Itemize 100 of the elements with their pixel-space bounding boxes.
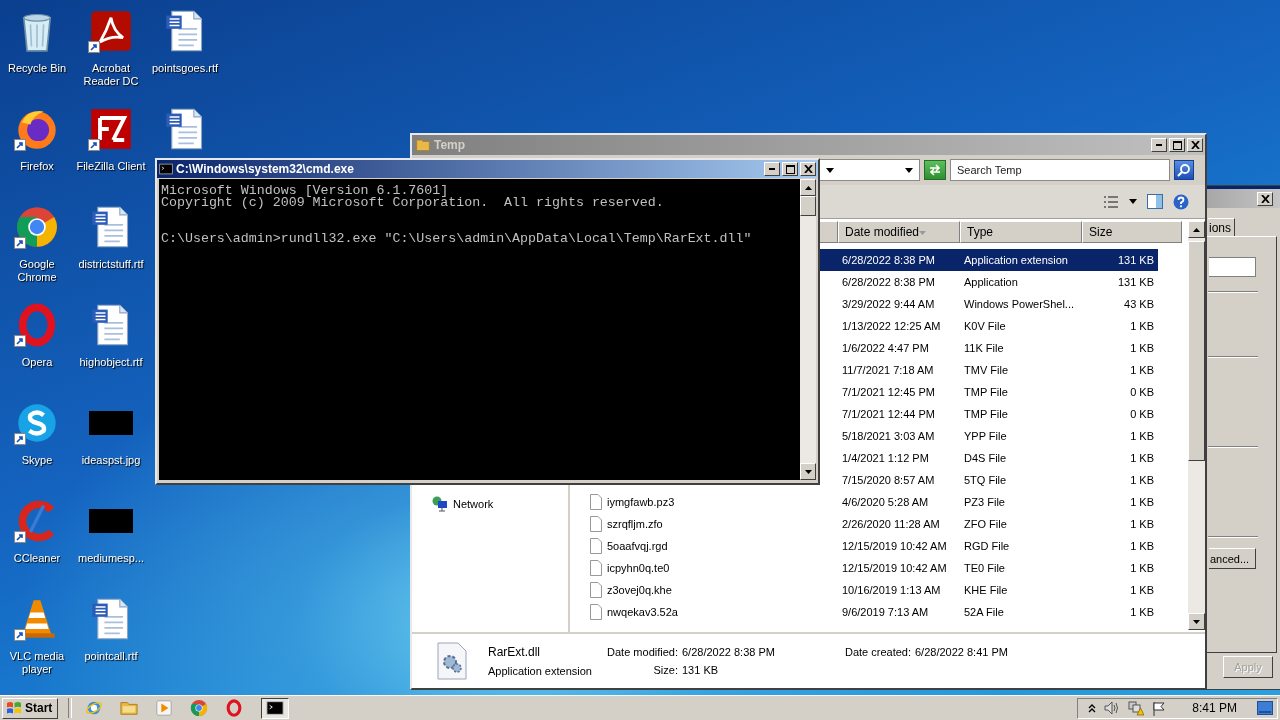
desktop-icon-label[interactable]: Recycle Bin [1, 62, 73, 75]
internet-explorer-icon [85, 699, 104, 717]
file-size: 1 KB [1129, 540, 1155, 552]
view-dropdown-button[interactable] [1127, 197, 1139, 206]
scroll-thumb[interactable] [1188, 241, 1205, 461]
search-button[interactable] [1174, 160, 1194, 180]
desktop-icon-label[interactable]: ideaspst.jpg [75, 454, 147, 467]
close-button[interactable] [1187, 138, 1203, 152]
column-header[interactable] [820, 221, 838, 243]
scroll-up-arrow-icon[interactable] [804, 185, 812, 190]
folder-icon [120, 699, 139, 717]
file-row[interactable]: iymgfawb.pz3 4/6/2020 5:28 AM PZ3 File 1 KB [570, 491, 1158, 513]
column-header[interactable]: Size [1082, 221, 1182, 243]
file-icon [590, 516, 602, 532]
desktop-icon-label[interactable]: Google Chrome [1, 258, 73, 284]
file-name: z3ovej0q.khe [607, 584, 672, 596]
desktop-icon-label[interactable]: Acrobat Reader DC [75, 62, 147, 88]
acrobat-icon[interactable] [89, 9, 133, 53]
search-field[interactable]: Search Temp [950, 159, 1170, 181]
file-size: 1 KB [1129, 320, 1155, 332]
file-type: Application extension [488, 665, 593, 677]
desktop-icon-label[interactable]: CCleaner [1, 552, 73, 565]
chrome-icon[interactable] [15, 205, 59, 249]
desktop-icon-label[interactable]: Skype [1, 454, 73, 467]
file-name: RarExt.dll [488, 645, 541, 659]
file-size: 1 KB [1129, 342, 1155, 354]
desktop-icon-label[interactable]: FileZilla Client [75, 160, 147, 173]
desktop-icon-label[interactable]: Firefox [1, 160, 73, 173]
file-row[interactable]: 7/1/2021 12:44 PM TMP File 0 KB [820, 403, 1158, 425]
file-row[interactable]: 6/28/2022 8:38 PM Application extension 131 KB [820, 249, 1158, 271]
opera-icon [225, 699, 244, 717]
file-size: 43 KB [1123, 298, 1155, 310]
close-button[interactable] [800, 162, 816, 176]
speaker-icon[interactable] [1104, 701, 1121, 715]
file-row[interactable]: szrqfljm.zfo 2/26/2020 11:28 AM ZFO File 1 KB [570, 513, 1158, 535]
clock[interactable]: 8:41 PM [1192, 701, 1237, 715]
desktop-icon-label[interactable]: highobject.rtf [75, 356, 147, 369]
column-header[interactable]: Date modified [838, 221, 960, 243]
scroll-thumb[interactable] [800, 196, 816, 216]
start-button[interactable]: Start [2, 697, 59, 719]
file-type: TMP File [963, 408, 1009, 420]
file-row[interactable]: 5oaafvqj.rgd 12/15/2019 10:42 AM RGD File 1 KB [570, 535, 1158, 557]
file-row[interactable]: 1/13/2022 12:25 AM K0V File 1 KB [820, 315, 1158, 337]
file-row[interactable]: 1/4/2021 1:12 PM D4S File 1 KB [820, 447, 1158, 469]
file-type: 11K File [963, 342, 1005, 354]
desktop-icon-label[interactable]: mediumesp... [75, 552, 147, 565]
file-row[interactable]: 5/18/2021 3:03 AM YPP File 1 KB [820, 425, 1158, 447]
nav-item[interactable]: Network [453, 498, 494, 510]
column-header[interactable]: Type [960, 221, 1082, 243]
network-icon[interactable] [432, 496, 448, 512]
date-modified: 1/4/2021 1:12 PM [841, 452, 930, 464]
file-row[interactable]: 7/1/2021 12:45 PM TMP File 0 KB [820, 381, 1158, 403]
date-modified: 1/6/2022 4:47 PM [841, 342, 930, 354]
text-field[interactable] [1209, 257, 1256, 277]
close-button[interactable] [1257, 191, 1273, 206]
file-row[interactable]: nwqekav3.52a 9/6/2019 7:13 AM 52A File 1 KB [570, 601, 1158, 623]
network-warning-icon[interactable] [1128, 700, 1145, 716]
scroll-down-arrow-icon[interactable] [804, 469, 812, 474]
filezilla-icon[interactable] [89, 107, 133, 151]
scroll-up-arrow-icon[interactable] [1193, 227, 1200, 232]
scrollbar[interactable] [1188, 221, 1205, 630]
console-output: Microsoft Windows [Version 6.1.7601] [161, 185, 449, 197]
desktop-icon-label[interactable]: districtstuff.rtf [75, 258, 147, 271]
file-size: 1 KB [1129, 496, 1155, 508]
scroll-down-arrow-icon[interactable] [1193, 619, 1200, 624]
gear-file-icon [437, 642, 467, 680]
image-thumbnail-icon[interactable] [89, 508, 133, 534]
chevron-up-icon[interactable] [1088, 703, 1097, 713]
date-modified: 4/6/2020 5:28 AM [841, 496, 930, 508]
desktop-icon-label[interactable]: Opera [1, 356, 73, 369]
file-row[interactable]: 1/6/2022 4:47 PM 11K File 1 KB [820, 337, 1158, 359]
file-row[interactable]: icpyhn0q.te0 12/15/2019 10:42 AM TE0 File 1 KB [570, 557, 1158, 579]
file-row[interactable]: 7/15/2020 8:57 AM 5TQ File 1 KB [820, 469, 1158, 491]
minimize-button[interactable] [764, 162, 780, 176]
taskbar-button[interactable] [261, 697, 290, 719]
desktop-icon-label[interactable]: pointcall.rtf [75, 650, 147, 663]
maximize-button[interactable] [1169, 138, 1185, 152]
minimize-button[interactable] [1151, 138, 1167, 152]
desktop-icon-label[interactable]: VLC media player [1, 650, 73, 676]
refresh-button[interactable] [924, 160, 946, 180]
maximize-button[interactable] [782, 162, 798, 176]
image-thumbnail-icon[interactable] [89, 410, 133, 436]
file-row[interactable]: 11/7/2021 7:18 AM TMV File 1 KB [820, 359, 1158, 381]
file-type: 5TQ File [963, 474, 1008, 486]
file-icon [590, 494, 602, 510]
file-row[interactable]: z3ovej0q.khe 10/16/2019 1:13 AM KHE File 1 KB [570, 579, 1158, 601]
scrollbar[interactable] [800, 179, 816, 480]
flag-icon[interactable] [1152, 700, 1167, 716]
advanced-button[interactable]: anced... [1209, 548, 1256, 569]
file-row[interactable]: 6/28/2022 8:38 PM Application 131 KB [820, 271, 1158, 293]
refresh-arrows-icon [928, 164, 942, 176]
file-type: Application extension [963, 254, 1069, 266]
file-type: 52A File [963, 606, 1005, 618]
skype-icon[interactable] [15, 401, 59, 445]
date-modified: 7/1/2021 12:44 PM [841, 408, 936, 420]
date-modified: 9/6/2019 7:13 AM [841, 606, 930, 618]
preview-pane-button[interactable] [1145, 192, 1165, 211]
desktop-icon-label[interactable]: pointsgoes.rtf [149, 62, 221, 75]
file-row[interactable]: 3/29/2022 9:44 AM Windows PowerShel... 43 KB [820, 293, 1158, 315]
file-size: 1 KB [1129, 584, 1155, 596]
